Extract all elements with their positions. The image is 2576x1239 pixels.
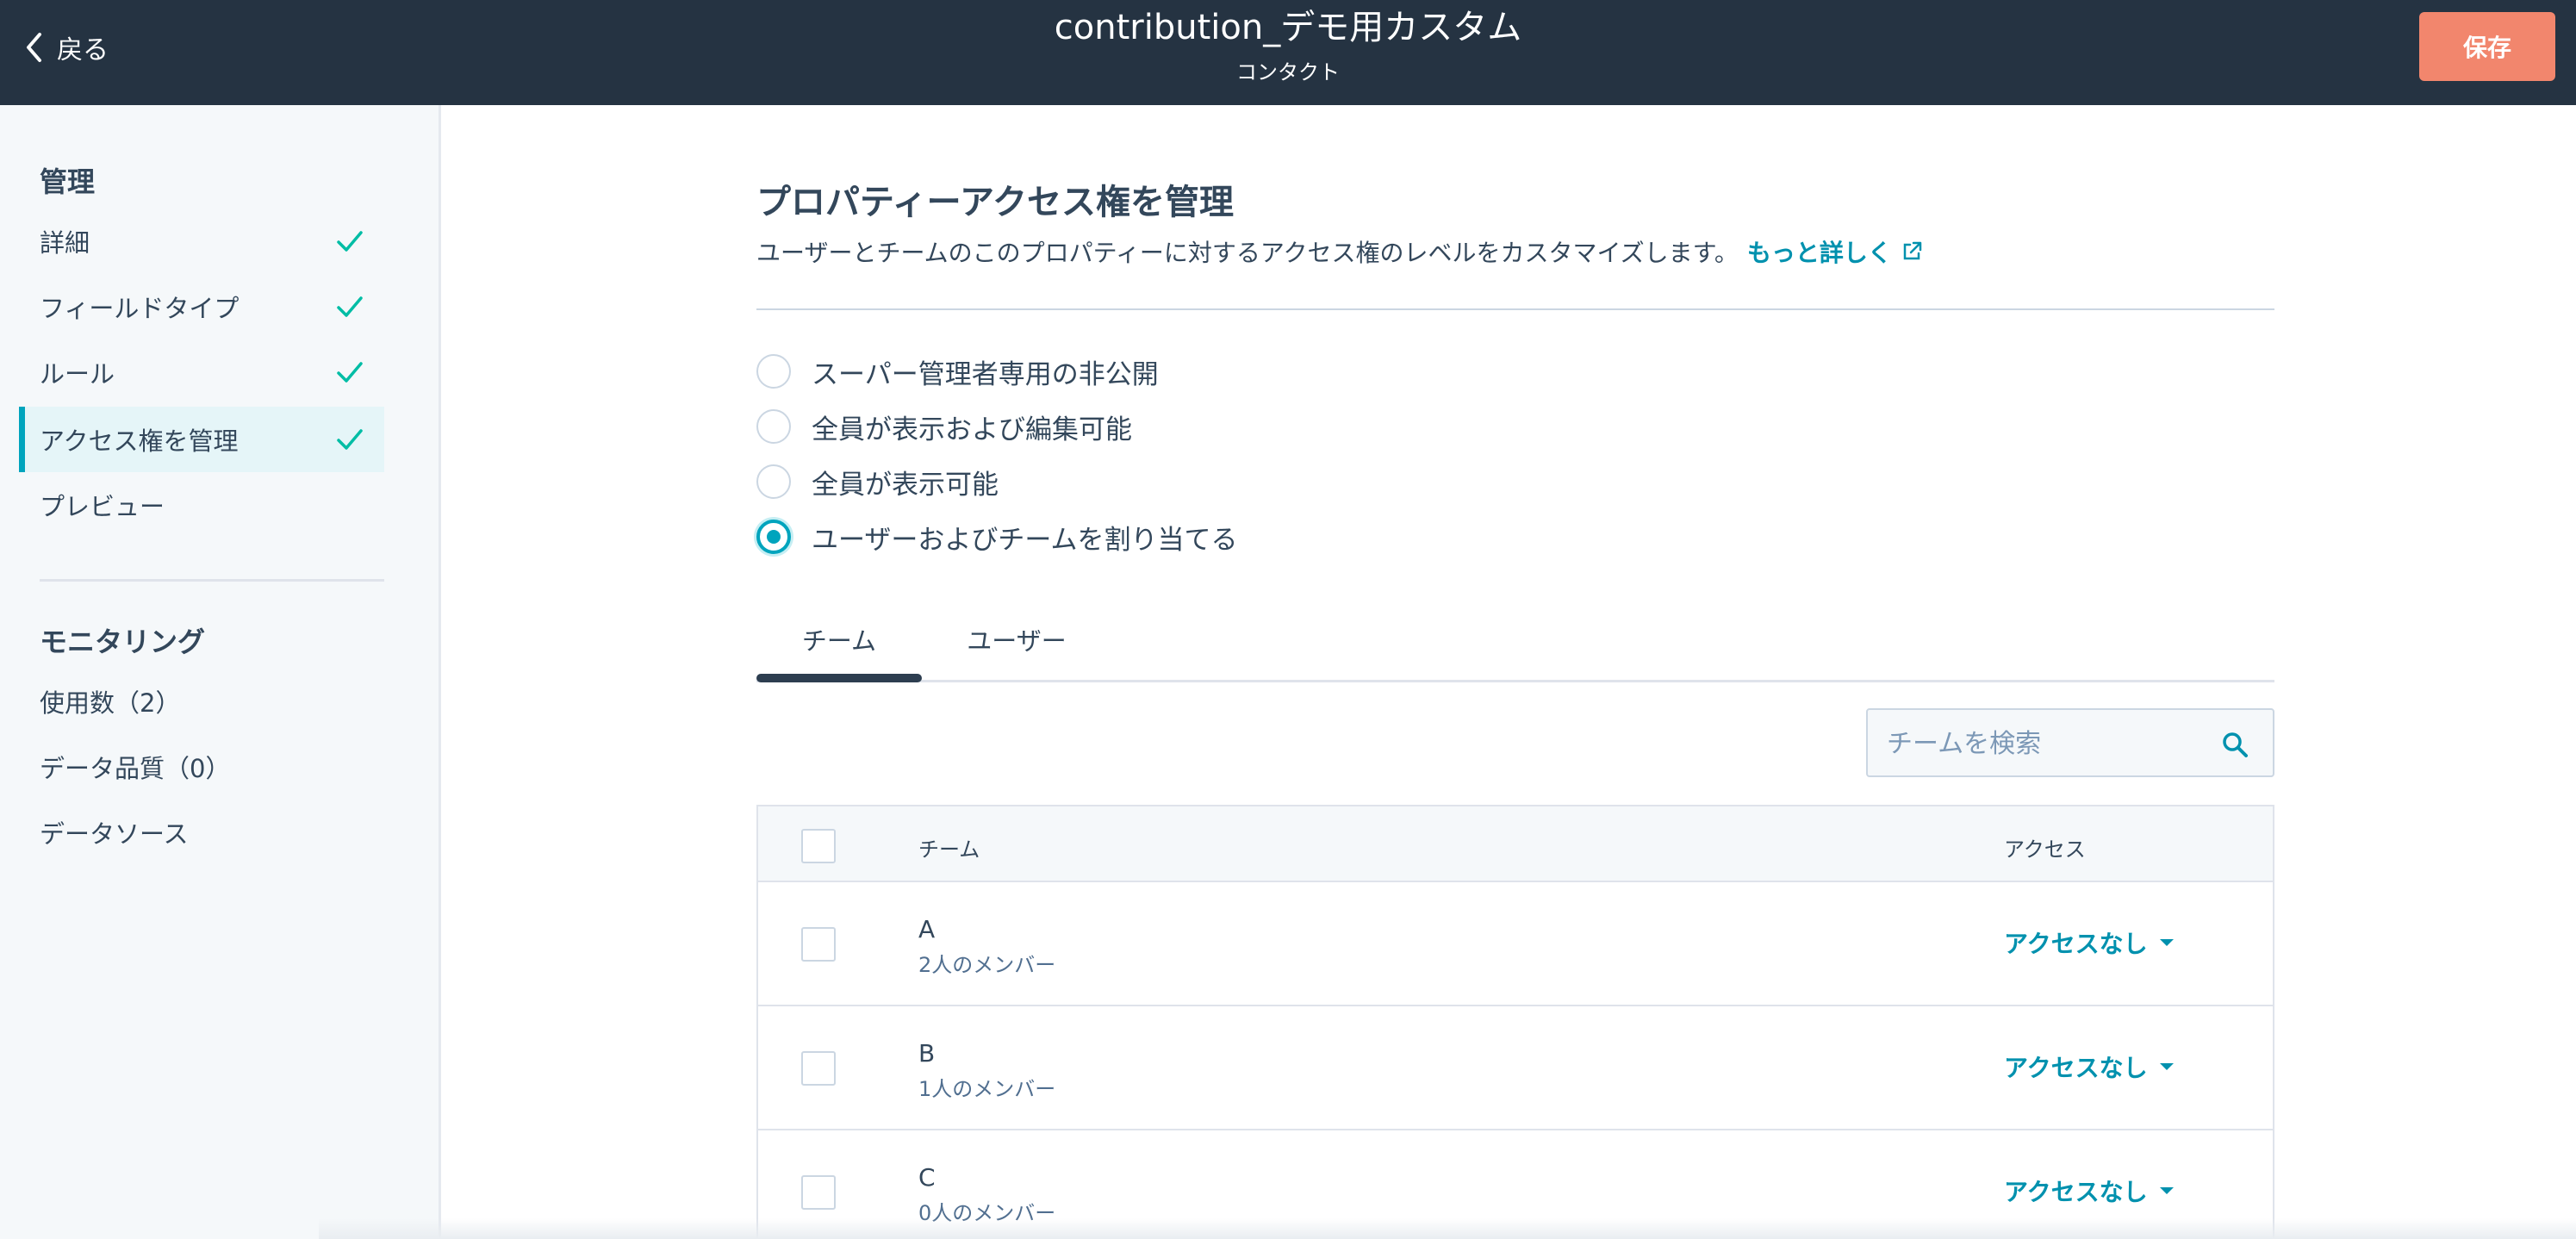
sidebar-item-label: アクセス権を管理: [40, 426, 239, 456]
sidebar-item-label: 使用数（2）: [40, 688, 181, 718]
row-checkbox[interactable]: [801, 927, 836, 962]
bottom-shadow: [319, 1218, 2576, 1239]
option-label: スーパー管理者専用の非公開: [812, 358, 1159, 390]
page-title: contribution_デモ用カスタム: [1054, 8, 1522, 47]
sidebar-item-data-sources[interactable]: データソース: [19, 800, 384, 865]
sidebar-item-details[interactable]: 詳細: [19, 209, 384, 274]
external-link-icon: [1903, 241, 1922, 260]
caret-down-icon: [2159, 1187, 2174, 1194]
section-title: プロパティーアクセス権を管理: [756, 183, 1234, 222]
sidebar-heading-manage: 管理: [40, 165, 96, 198]
team-member-count: 1人のメンバー: [918, 1077, 1056, 1101]
tab-label: ユーザー: [967, 626, 1067, 656]
table-row: B 1人のメンバー アクセスなし: [758, 1006, 2273, 1130]
radio-button[interactable]: [756, 409, 791, 444]
active-tab-indicator: [756, 674, 922, 682]
check-icon: [337, 231, 363, 252]
sidebar-item-access[interactable]: アクセス権を管理: [19, 407, 384, 472]
option-label: ユーザーおよびチームを割り当てる: [812, 524, 1238, 556]
tab-teams[interactable]: チーム: [756, 596, 922, 682]
select-all-checkbox[interactable]: [801, 829, 836, 863]
sidebar-item-label: フィールドタイプ: [40, 294, 240, 323]
top-bar: 戻る contribution_デモ用カスタム コンタクト 保存: [0, 0, 2576, 105]
check-icon: [337, 296, 363, 317]
option-super-admin-only[interactable]: スーパー管理者専用の非公開: [756, 350, 1159, 393]
team-name: B: [918, 1039, 936, 1068]
sidebar-heading-monitoring: モニタリング: [40, 626, 206, 658]
option-assign-users-teams[interactable]: ユーザーおよびチームを割り当てる: [756, 515, 1237, 558]
tab-users[interactable]: ユーザー: [922, 596, 1111, 682]
row-checkbox[interactable]: [801, 1175, 836, 1210]
access-value: アクセスなし: [2004, 1054, 2148, 1082]
table-row: A 2人のメンバー アクセスなし: [758, 882, 2273, 1006]
title-block: contribution_デモ用カスタム コンタクト: [0, 5, 2576, 88]
learn-more-label: もっと詳しく: [1746, 239, 1892, 267]
sidebar-item-usage[interactable]: 使用数（2）: [19, 669, 384, 734]
sidebar-item-label: データ品質（0）: [40, 754, 231, 783]
access-value: アクセスなし: [2004, 930, 2148, 958]
radio-button-selected[interactable]: [756, 520, 791, 554]
team-search: [1866, 708, 2274, 777]
caret-down-icon: [2159, 1063, 2174, 1070]
sidebar-item-data-quality[interactable]: データ品質（0）: [19, 734, 384, 800]
check-icon: [337, 362, 363, 383]
sidebar-divider: [40, 579, 384, 582]
access-value: アクセスなし: [2004, 1178, 2148, 1206]
sidebar-item-rules[interactable]: ルール: [19, 339, 384, 405]
team-member-count: 2人のメンバー: [918, 953, 1056, 977]
save-button[interactable]: 保存: [2419, 12, 2555, 81]
team-name: A: [918, 915, 936, 943]
object-type-label: コンタクト: [1236, 60, 1340, 84]
team-name: C: [918, 1163, 936, 1192]
access-dropdown[interactable]: アクセスなし: [2004, 925, 2174, 960]
sidebar-item-label: ルール: [40, 359, 115, 389]
row-checkbox[interactable]: [801, 1051, 836, 1086]
sidebar-item-label: データソース: [40, 819, 189, 849]
search-icon[interactable]: [2221, 731, 2249, 758]
search-input[interactable]: [1887, 722, 2197, 765]
radio-button[interactable]: [756, 354, 791, 389]
divider: [756, 308, 2274, 310]
teams-table: チーム アクセス A 2人のメンバー アクセスなし B 1人のメンバー アクセス…: [756, 805, 2274, 1239]
description-text: ユーザーとチームのこのプロパティーに対するアクセス権のレベルをカスタマイズします…: [756, 239, 1739, 267]
option-label: 全員が表示および編集可能: [812, 414, 1132, 445]
tab-label: チーム: [801, 626, 877, 656]
radio-button[interactable]: [756, 464, 791, 499]
sidebar-item-label: プレビュー: [40, 492, 165, 521]
access-dropdown[interactable]: アクセスなし: [2004, 1174, 2174, 1208]
section-description: ユーザーとチームのこのプロパティーに対するアクセス権のレベルをカスタマイズします…: [756, 234, 1923, 269]
learn-more-link[interactable]: もっと詳しく: [1747, 234, 1923, 269]
column-header-access: アクセス: [2004, 837, 2086, 862]
caret-down-icon: [2159, 939, 2174, 946]
tab-bar: チーム ユーザー: [756, 596, 2274, 682]
access-dropdown[interactable]: アクセスなし: [2004, 1049, 2174, 1084]
option-everyone-view[interactable]: 全員が表示可能: [756, 460, 999, 503]
sidebar-item-field-type[interactable]: フィールドタイプ: [19, 274, 384, 339]
sidebar-item-label: 詳細: [40, 228, 90, 258]
check-icon: [337, 429, 363, 450]
option-label: 全員が表示可能: [812, 469, 999, 501]
option-everyone-edit[interactable]: 全員が表示および編集可能: [756, 405, 1132, 448]
table-header: チーム アクセス: [758, 806, 2273, 882]
sidebar: 管理 詳細 フィールドタイプ ルール アクセス権を管理 プレビュー モニタリング…: [0, 105, 441, 1239]
sidebar-item-preview[interactable]: プレビュー: [19, 472, 384, 538]
column-header-team: チーム: [918, 837, 980, 862]
